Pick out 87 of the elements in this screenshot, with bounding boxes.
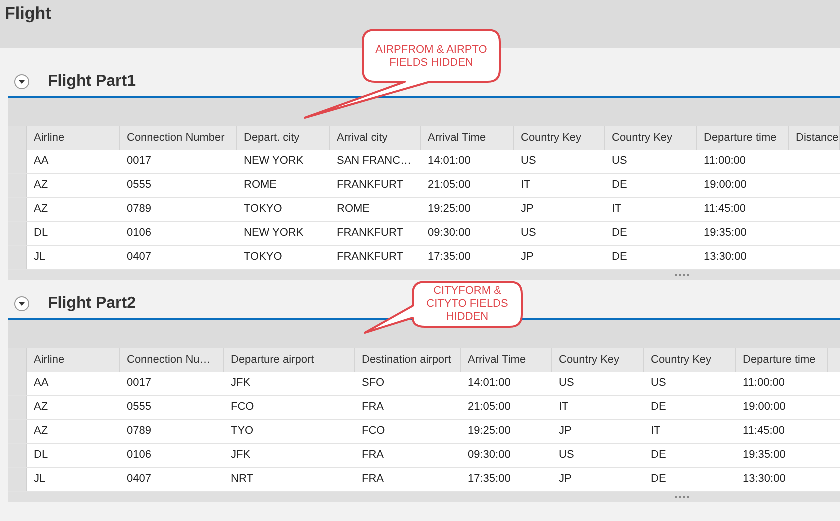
- table-cell-text: AZ: [33, 400, 50, 416]
- table-cell-text: 0407: [126, 472, 152, 488]
- table-cell-text: DE: [611, 250, 628, 266]
- table-cell-text: JP: [520, 250, 535, 266]
- table-cell-text: NRT: [230, 472, 254, 488]
- table-cell-text: 13:30:00: [703, 250, 748, 266]
- table-cell-text: TOKYO: [243, 202, 284, 218]
- table-cell-text: FRANKFURT: [336, 178, 404, 194]
- collapse-icon[interactable]: [14, 296, 30, 312]
- table-cell-text: 09:30:00: [467, 448, 512, 464]
- table-cell-text: DE: [650, 400, 668, 416]
- table-cell-text: 09:30:00: [427, 226, 472, 242]
- table-cell-text: 11:00:00: [742, 376, 786, 392]
- table-cell-text: 0106: [126, 226, 152, 242]
- table-cell-text: 19:00:00: [742, 400, 787, 416]
- table-cell-text: AZ: [33, 202, 50, 218]
- table-cell-text: 21:05:00: [467, 400, 512, 416]
- table-cell-text: 11:00:00: [703, 154, 748, 170]
- table-cell-text: AZ: [33, 424, 50, 440]
- table-cell-text: 0789: [126, 202, 152, 218]
- collapse-icon[interactable]: [14, 74, 30, 90]
- table-cell-text: FRA: [361, 400, 385, 416]
- page-title: Flight: [5, 4, 52, 23]
- table-cell-text: SFO: [361, 376, 386, 392]
- table-cell-text: DL: [33, 448, 50, 464]
- table-cell-text: DE: [650, 448, 668, 464]
- table-cell-text: US: [611, 154, 628, 170]
- table-cell-text: US: [558, 448, 576, 464]
- table-cell-text: DE: [611, 226, 628, 242]
- table-cell-text: 17:35:00: [467, 472, 512, 488]
- table-cell-text: JFK: [230, 448, 252, 464]
- table-cell-text: FRANKFURT: [336, 250, 404, 266]
- table-cell-text: 13:30:00: [742, 472, 787, 488]
- table-cell-text: AZ: [33, 178, 50, 194]
- table-cell-text: 0017: [126, 154, 152, 170]
- table-cell-text: JP: [558, 424, 573, 440]
- table-cell-text: 19:25:00: [427, 202, 472, 218]
- table-cell-text: JP: [520, 202, 535, 218]
- table-cell-text: US: [520, 226, 538, 242]
- table-cell-text: TOKYO: [243, 250, 284, 266]
- table-cell-text: NEW YORK: [243, 226, 305, 242]
- table-cell-text: DE: [650, 472, 668, 488]
- table-cell-text: NEW YORK: [243, 154, 305, 170]
- table-cell-text: 0555: [126, 400, 152, 416]
- table-cell-text: FCO: [230, 400, 256, 416]
- table-cell-text: US: [558, 376, 576, 392]
- table-cell-text: IT: [558, 400, 570, 416]
- table-cell-text: ROME: [243, 178, 278, 194]
- table-cell-text: JL: [33, 472, 47, 488]
- table-cell-text: JFK: [230, 376, 252, 392]
- table-cell-text: 19:35:00: [703, 226, 748, 242]
- table-cell-text: 11:45:00: [703, 202, 748, 218]
- table-cell-text: US: [650, 376, 668, 392]
- table-cell-text: US: [520, 154, 538, 170]
- table-cell-text: 0407: [126, 250, 152, 266]
- table-cell-text: TYO: [230, 424, 255, 440]
- table-cell-text: IT: [650, 424, 662, 440]
- table-cell-text: IT: [520, 178, 532, 194]
- table-cell-text: 0106: [126, 448, 152, 464]
- table-cell-text: AA: [33, 376, 50, 392]
- table-cell-text: DL: [33, 226, 50, 242]
- table-cell-text: IT: [611, 202, 623, 218]
- table-cell-text: 21:05:00: [427, 178, 472, 194]
- callout-text: AIRPFROM & AIRPTO FIELDS HIDDEN: [374, 44, 488, 70]
- section-title: Flight Part1: [48, 72, 136, 92]
- table-cell-text: 14:01:00: [427, 154, 472, 170]
- table-cell-text: DE: [611, 178, 628, 194]
- table-cell-text: JP: [558, 472, 573, 488]
- table-cell-text: 14:01:00: [467, 376, 512, 392]
- table-cell-text: 11:45:00: [742, 424, 786, 440]
- table-cell-text: SAN FRANC…: [336, 154, 413, 170]
- table-cell-text: 19:25:00: [467, 424, 512, 440]
- table-cell-text: 0017: [126, 376, 152, 392]
- table-cell-text: FCO: [361, 424, 386, 440]
- table-cell-text: ROME: [336, 202, 371, 218]
- table-cell-text: 19:35:00: [742, 448, 787, 464]
- table-cell-text: 19:00:00: [703, 178, 748, 194]
- table-cell-text: FRA: [361, 448, 385, 464]
- callout-text: CITYFORM & CITYTO FIELDS HIDDEN: [426, 285, 510, 324]
- section-title: Flight Part2: [48, 294, 136, 314]
- table-cell-text: FRA: [361, 472, 385, 488]
- table-cell-text: 0555: [126, 178, 152, 194]
- table-cell-text: 0789: [126, 424, 152, 440]
- table-cell-text: 17:35:00: [427, 250, 472, 266]
- table-cell-text: FRANKFURT: [336, 226, 404, 242]
- table-cell-text: JL: [33, 250, 47, 266]
- table-cell-text: AA: [33, 154, 50, 170]
